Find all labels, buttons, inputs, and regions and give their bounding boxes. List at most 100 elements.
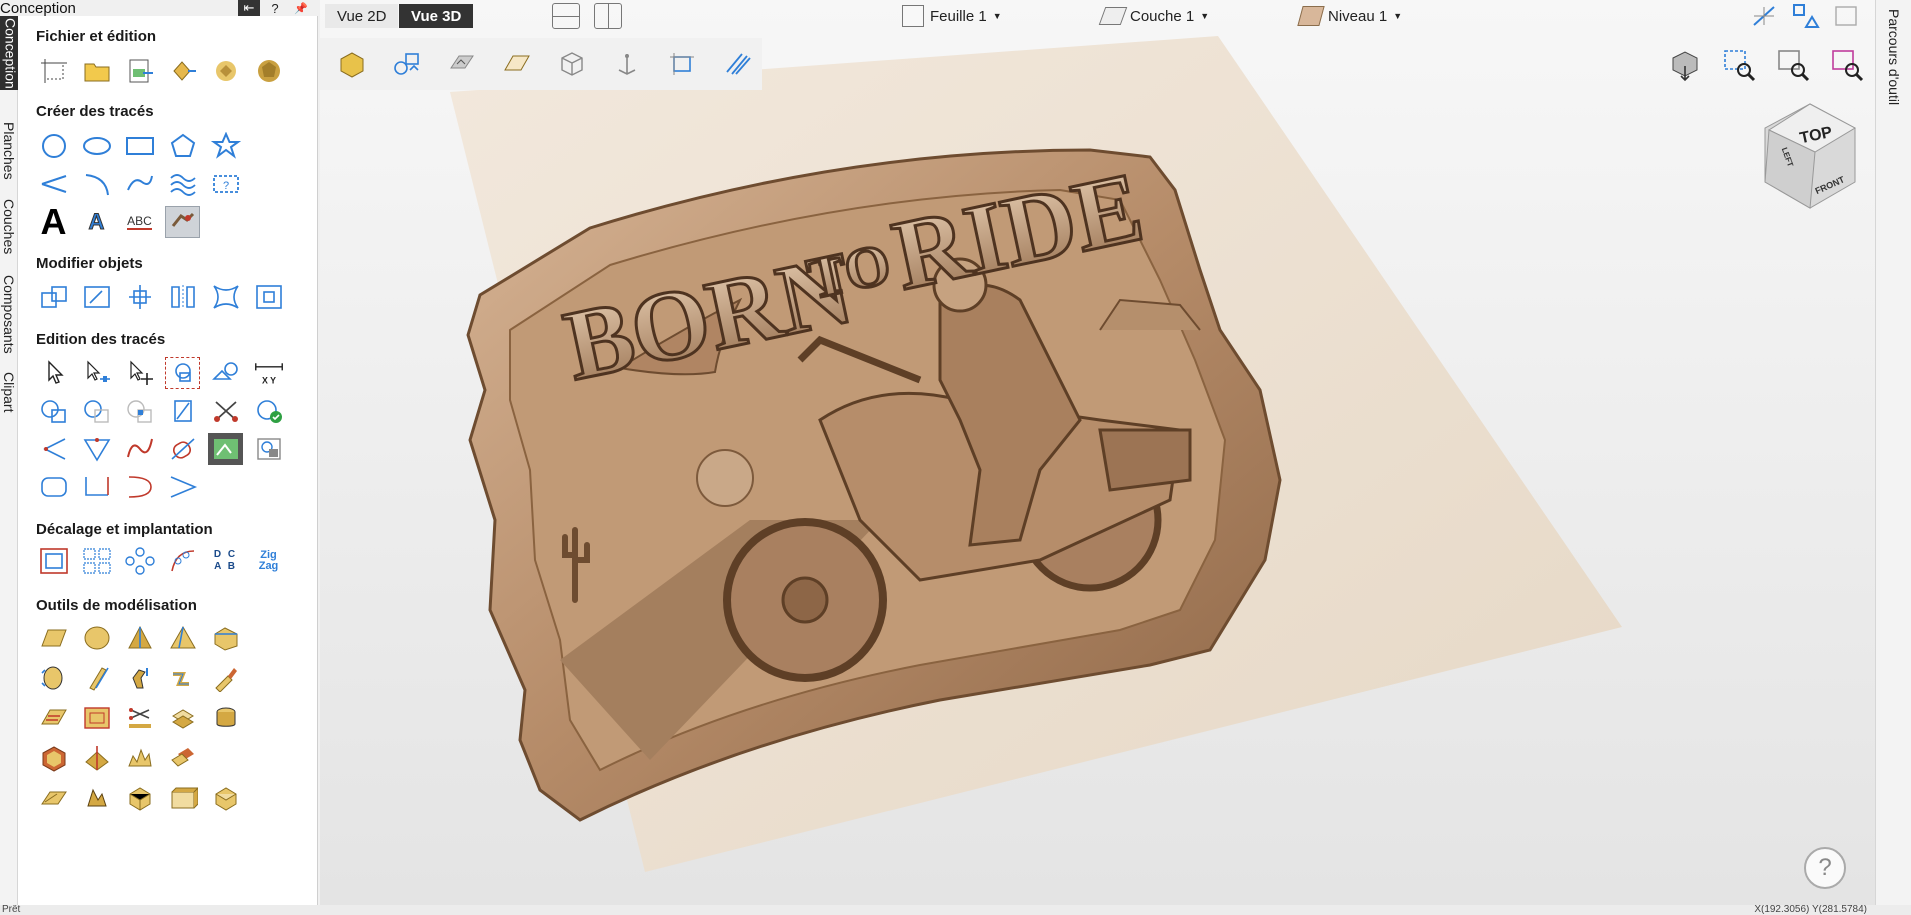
extend-vector-icon[interactable] [165, 433, 200, 465]
ridge-shape-icon[interactable] [165, 622, 200, 654]
tab-conception[interactable]: Conception [0, 16, 19, 90]
weld-shapes-icon[interactable] [208, 357, 243, 389]
select-arrow-icon[interactable] [36, 357, 71, 389]
zoom-box-icon[interactable] [1722, 48, 1756, 82]
bake-component-icon[interactable] [208, 782, 243, 814]
text-outline-icon[interactable]: A [79, 206, 114, 238]
transform-handles-icon[interactable] [1792, 3, 1820, 29]
view-model-icon[interactable] [332, 44, 372, 84]
tab-planches[interactable]: Planches [0, 116, 18, 186]
join-arc-icon[interactable] [122, 471, 157, 503]
arc-icon[interactable] [79, 168, 114, 200]
merge-components-icon[interactable] [165, 702, 200, 734]
shape-select-icon[interactable] [165, 357, 200, 389]
job-setup-icon[interactable] [36, 55, 71, 87]
chamfer-icon[interactable] [79, 433, 114, 465]
rounded-rect-icon[interactable] [36, 471, 71, 503]
extrude-icon[interactable] [36, 662, 71, 694]
polygon-icon[interactable] [165, 130, 200, 162]
pyramid-icon[interactable] [122, 622, 157, 654]
ellipse-icon[interactable] [79, 130, 114, 162]
create-component-icon[interactable] [36, 742, 71, 774]
view-vectors-icon[interactable] [387, 44, 427, 84]
sheet-dropdown[interactable]: Feuille 1 ▼ [902, 4, 1002, 28]
subtract-icon[interactable] [79, 395, 114, 427]
copy-along-vector-icon[interactable] [165, 545, 200, 577]
smudge-icon[interactable] [165, 662, 200, 694]
tab-2d-view[interactable]: Vue 2D [325, 4, 399, 28]
view-origin-icon[interactable] [607, 44, 647, 84]
import-image-icon[interactable] [122, 55, 157, 87]
split-model-icon[interactable] [122, 702, 157, 734]
smooth-curve-icon[interactable] [122, 433, 157, 465]
carve-icon[interactable] [208, 662, 243, 694]
tab-3d-view[interactable]: Vue 3D [399, 4, 474, 28]
slice-component-icon[interactable] [79, 742, 114, 774]
layer-stack-icon[interactable] [208, 702, 243, 734]
level-dropdown[interactable]: Niveau 1 ▼ [1297, 4, 1402, 28]
collapse-panel-button[interactable]: ⇤ [238, 0, 260, 16]
text-on-curve-icon[interactable]: ABC [122, 206, 157, 238]
flat-plane-icon[interactable] [36, 622, 71, 654]
vector-to-image-icon[interactable] [208, 433, 243, 465]
open-file-icon[interactable] [79, 55, 114, 87]
render-mode-icon[interactable] [1668, 48, 1702, 82]
tab-clipart[interactable]: Clipart [0, 368, 18, 416]
clipart-icon[interactable] [208, 55, 243, 87]
view-plane-icon[interactable] [497, 44, 537, 84]
sculpt-icon[interactable] [122, 662, 157, 694]
texture-area-icon[interactable] [79, 702, 114, 734]
tilt-component-icon[interactable] [165, 742, 200, 774]
sweep-icon[interactable] [79, 662, 114, 694]
align-icon[interactable] [122, 281, 157, 313]
line-join-icon[interactable] [79, 471, 114, 503]
curve-icon[interactable] [122, 168, 157, 200]
box-shape-icon[interactable] [208, 622, 243, 654]
tab-composants[interactable]: Composants [0, 270, 18, 358]
view-bounding-icon[interactable] [662, 44, 702, 84]
help-icon[interactable]: ? [264, 0, 286, 16]
split-horizontal-icon[interactable] [552, 3, 580, 29]
fillet-icon[interactable] [36, 433, 71, 465]
relief-wrap-icon[interactable] [36, 782, 71, 814]
tab-toolpaths[interactable]: Parcours d'outil [1882, 2, 1906, 112]
offset-icon[interactable] [36, 545, 71, 577]
center-object-icon[interactable] [251, 281, 286, 313]
tab-couches[interactable]: Couches [0, 196, 18, 258]
dome-shape-icon[interactable] [79, 622, 114, 654]
node-edit-icon[interactable] [79, 357, 114, 389]
scale-icon[interactable] [79, 281, 114, 313]
fade-component-icon[interactable] [122, 742, 157, 774]
close-vectors-icon[interactable] [251, 395, 286, 427]
measure-xy-icon[interactable]: X Y [251, 357, 286, 389]
trim-icon[interactable] [165, 395, 200, 427]
circle-icon[interactable] [36, 130, 71, 162]
move-icon[interactable] [36, 281, 71, 313]
polyline-icon[interactable] [36, 168, 71, 200]
view-wireframe-icon[interactable] [552, 44, 592, 84]
connect-lines-icon[interactable] [165, 471, 200, 503]
distort-icon[interactable] [208, 281, 243, 313]
layer-dropdown[interactable]: Couche 1 ▼ [1098, 4, 1209, 28]
image-trace-icon[interactable] [251, 433, 286, 465]
add-base-icon[interactable] [165, 782, 200, 814]
snap-icon[interactable] [1750, 3, 1778, 29]
wave-icon[interactable] [165, 168, 200, 200]
relief-clipart-icon[interactable] [79, 782, 114, 814]
intersect-icon[interactable] [122, 395, 157, 427]
circular-array-icon[interactable] [122, 545, 157, 577]
texture-icon[interactable] [36, 702, 71, 734]
help-button[interactable]: ? [1804, 847, 1846, 889]
zero-plane-icon[interactable] [122, 782, 157, 814]
split-vertical-icon[interactable] [594, 3, 622, 29]
zigzag-text-icon[interactable]: Zig Zag [251, 545, 286, 577]
model-sphere-icon[interactable] [251, 55, 286, 87]
array-copy-icon[interactable] [79, 545, 114, 577]
dimension-icon[interactable]: ? [208, 168, 243, 200]
text-tool-icon[interactable]: A [36, 201, 71, 242]
scissors-icon[interactable] [208, 395, 243, 427]
3d-viewport[interactable]: BORN TO RIDE [320, 0, 1875, 905]
view-toolpaths-icon[interactable] [717, 44, 757, 84]
view-bitmap-icon[interactable] [442, 44, 482, 84]
mirror-icon[interactable] [165, 281, 200, 313]
